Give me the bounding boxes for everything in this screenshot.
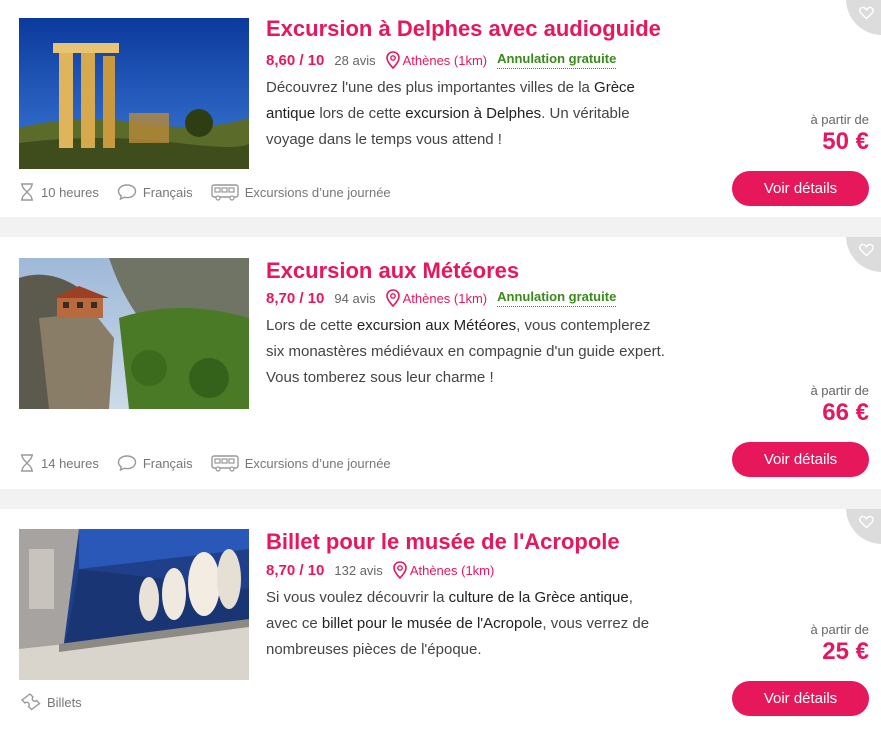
bus-icon: [210, 455, 239, 472]
feature-label: 10 heures: [41, 184, 99, 200]
feature-duration: 14 heures: [19, 454, 99, 472]
view-details-button[interactable]: Voir détails: [732, 442, 869, 477]
product-card: Billet pour le musée de l'Acropole 8,70 …: [0, 509, 881, 732]
desc-highlight: excursion à Delphes: [405, 105, 542, 122]
price: 25 €: [822, 638, 869, 665]
desc-highlight: culture de la Grèce antique: [448, 589, 629, 606]
card-meta: 8,70 / 10 132 avis Athènes (1km): [266, 561, 494, 579]
price-label: à partir de: [810, 622, 869, 637]
feature-category: Excursions d’une journée: [210, 454, 391, 472]
rating-score: 8,60 / 10: [266, 51, 325, 69]
feature-list: Billets: [19, 693, 100, 711]
location[interactable]: Athènes (1km): [393, 561, 495, 579]
location[interactable]: Athènes (1km): [385, 51, 488, 69]
feature-language: Français: [117, 183, 193, 201]
feature-label: Billets: [47, 694, 82, 710]
card-title[interactable]: Billet pour le musée de l'Acropole: [266, 529, 620, 555]
card-meta: 8,70 / 10 94 avis Athènes (1km) Annulati…: [266, 289, 617, 307]
location[interactable]: Athènes (1km): [385, 289, 488, 307]
free-cancellation-badge[interactable]: Annulation gratuite: [497, 289, 617, 307]
speech-bubble-icon: [117, 455, 137, 472]
favorite-button[interactable]: [846, 509, 881, 544]
free-cancellation-badge[interactable]: Annulation gratuite: [497, 51, 617, 69]
location-label: Athènes (1km): [402, 290, 488, 306]
view-details-button[interactable]: Voir détails: [732, 681, 869, 716]
card-image-acropolis-museum[interactable]: [19, 529, 249, 680]
location-pin-icon: [385, 51, 400, 69]
product-card: Excursion aux Météores 8,70 / 10 94 avis…: [0, 237, 881, 489]
feature-label: Français: [142, 184, 193, 200]
review-count[interactable]: 28 avis: [334, 53, 375, 68]
heart-icon: [859, 243, 874, 257]
feature-label: Excursions d’une journée: [244, 455, 391, 471]
bus-icon: [210, 184, 239, 201]
location-label: Athènes (1km): [409, 562, 495, 578]
location-pin-icon: [393, 561, 407, 579]
card-meta: 8,60 / 10 28 avis Athènes (1km) Annulati…: [266, 51, 617, 69]
card-title[interactable]: Excursion à Delphes avec audioguide: [266, 16, 661, 42]
review-count[interactable]: 94 avis: [334, 291, 375, 306]
price-label: à partir de: [810, 383, 869, 398]
feature-duration: 10 heures: [19, 183, 99, 201]
favorite-button[interactable]: [846, 237, 881, 272]
speech-bubble-icon: [117, 184, 137, 201]
desc-text: lors de cette: [315, 105, 406, 122]
card-description: Lors de cette excursion aux Météores, vo…: [266, 313, 666, 391]
hourglass-icon: [21, 454, 33, 472]
card-title[interactable]: Excursion aux Météores: [266, 258, 519, 284]
card-image-delphi[interactable]: [19, 18, 249, 169]
rating-score: 8,70 / 10: [266, 561, 325, 579]
card-image-meteora[interactable]: [19, 258, 249, 409]
product-card: Excursion à Delphes avec audioguide 8,60…: [0, 0, 881, 217]
card-description: Découvrez l'une des plus importantes vil…: [266, 75, 676, 153]
feature-category: Excursions d’une journée: [210, 183, 391, 201]
price: 66 €: [822, 399, 869, 426]
review-count[interactable]: 132 avis: [334, 563, 382, 578]
hourglass-icon: [21, 183, 33, 201]
desc-highlight: excursion aux Météores: [356, 317, 517, 334]
price-label: à partir de: [810, 112, 869, 127]
feature-list: 14 heures Français Excursions d’une jour…: [19, 454, 409, 472]
price: 50 €: [822, 128, 869, 155]
feature-label: Excursions d’une journée: [244, 184, 391, 200]
desc-text: Lors de cette: [266, 317, 357, 334]
heart-icon: [859, 6, 874, 20]
feature-label: 14 heures: [41, 455, 99, 471]
rating-score: 8,70 / 10: [266, 289, 325, 307]
favorite-button[interactable]: [846, 0, 881, 35]
heart-icon: [859, 515, 874, 529]
view-details-button[interactable]: Voir détails: [732, 171, 869, 206]
desc-text: Découvrez l'une des plus importantes vil…: [266, 79, 595, 96]
location-pin-icon: [385, 289, 400, 307]
desc-highlight: billet pour le musée de l'Acropole: [321, 615, 543, 632]
desc-text: Si vous voulez découvrir la: [266, 589, 449, 606]
card-description: Si vous voulez découvrir la culture de l…: [266, 585, 666, 663]
feature-list: 10 heures Français Excursions d’une jour…: [19, 183, 409, 201]
feature-label: Français: [142, 455, 193, 471]
feature-language: Français: [117, 454, 193, 472]
feature-category: Billets: [19, 693, 82, 711]
location-label: Athènes (1km): [402, 52, 488, 68]
ticket-icon: [20, 693, 41, 711]
